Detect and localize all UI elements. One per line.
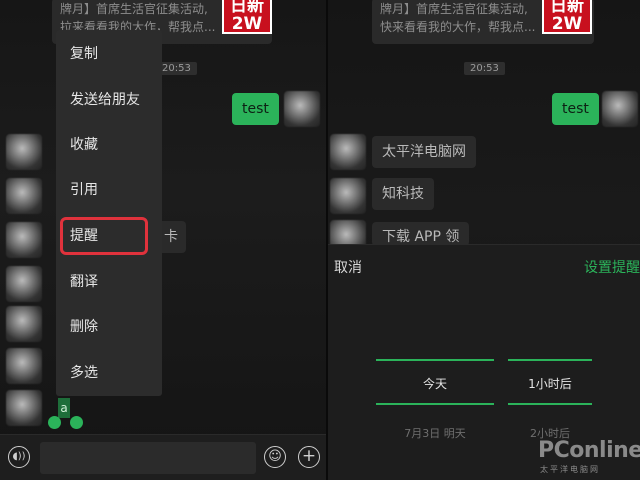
time-picker-top-line xyxy=(508,359,592,361)
date-picker-option[interactable]: 7月3日 明天 xyxy=(376,425,494,441)
date-picker-selected[interactable]: 今天 xyxy=(376,375,494,392)
cancel-button[interactable]: 取消 xyxy=(334,257,362,277)
timestamp: 20:53 xyxy=(464,62,505,75)
avatar[interactable] xyxy=(330,134,366,170)
watermark-brand: PConline xyxy=(538,438,640,463)
avatar[interactable] xyxy=(6,266,42,302)
menu-item-favorite[interactable]: 收藏 xyxy=(56,123,162,167)
menu-item-translate[interactable]: 翻译 xyxy=(56,260,162,304)
date-picker-bottom-line xyxy=(376,403,494,405)
date-picker-top-line xyxy=(376,359,494,361)
remind-highlight-box xyxy=(60,217,148,255)
set-reminder-button[interactable]: 设置提醒 xyxy=(584,257,640,277)
logo-line: 2W xyxy=(551,14,583,34)
menu-item-delete[interactable]: 删除 xyxy=(56,305,162,349)
sent-message-bubble[interactable]: test xyxy=(232,93,279,125)
avatar[interactable] xyxy=(6,222,42,258)
menu-item-multi-select[interactable]: 多选 xyxy=(56,351,162,395)
avatar[interactable] xyxy=(284,91,320,127)
avatar[interactable] xyxy=(6,134,42,170)
message-input[interactable] xyxy=(40,442,256,474)
avatar[interactable] xyxy=(6,178,42,214)
emoji-icon[interactable]: ☺ xyxy=(264,446,286,468)
menu-item-quote[interactable]: 引用 xyxy=(56,168,162,212)
time-picker-selected[interactable]: 1小时后 xyxy=(508,375,592,392)
selection-handle-start[interactable] xyxy=(48,416,61,429)
card-thumbnail-logo: 日新 2W xyxy=(542,0,592,34)
avatar[interactable] xyxy=(330,178,366,214)
voice-icon[interactable]: ◖)) xyxy=(8,446,30,468)
received-message-bubble[interactable]: 下载 APP 领 xyxy=(372,222,470,246)
card-thumbnail-logo: 日新 2W xyxy=(222,0,272,34)
received-message-bubble[interactable]: 太平洋电脑网 xyxy=(372,136,476,168)
logo-line: 日新 xyxy=(550,0,584,16)
watermark-logo: PConline 太平洋电脑网 xyxy=(538,438,640,474)
chat-screen-left: 牌月】首席生活官征集活动, 拉来看看我的大作，帮我点... 日新 2W 20:5… xyxy=(0,0,328,480)
received-message-bubble[interactable]: 知科技 xyxy=(372,178,434,210)
input-bar: ◖)) ☺ + xyxy=(0,434,328,480)
avatar[interactable] xyxy=(6,390,42,426)
menu-item-copy[interactable]: 复制 xyxy=(56,32,162,76)
avatar[interactable] xyxy=(6,306,42,342)
selection-handle-end[interactable] xyxy=(70,416,83,429)
context-menu: 复制 发送给朋友 收藏 引用 提醒 翻译 删除 多选 xyxy=(56,30,162,396)
time-picker-bottom-line xyxy=(508,403,592,405)
selected-text[interactable]: a xyxy=(58,398,70,418)
logo-line: 2W xyxy=(231,14,263,34)
avatar[interactable] xyxy=(602,91,638,127)
avatar[interactable] xyxy=(6,348,42,384)
plus-icon[interactable]: + xyxy=(298,446,320,468)
sent-message-bubble[interactable]: test xyxy=(552,93,599,125)
chat-screen-right: 牌月】首席生活官征集活动, 快来看看我的大作，帮我点... 日新 2W 20:5… xyxy=(328,0,640,480)
timestamp: 20:53 xyxy=(156,62,197,75)
menu-item-send-to-friend[interactable]: 发送给朋友 xyxy=(56,78,162,122)
watermark-sub: 太平洋电脑网 xyxy=(540,465,600,474)
bubble-text: 卡 xyxy=(164,229,178,245)
logo-line: 日新 xyxy=(230,0,264,16)
